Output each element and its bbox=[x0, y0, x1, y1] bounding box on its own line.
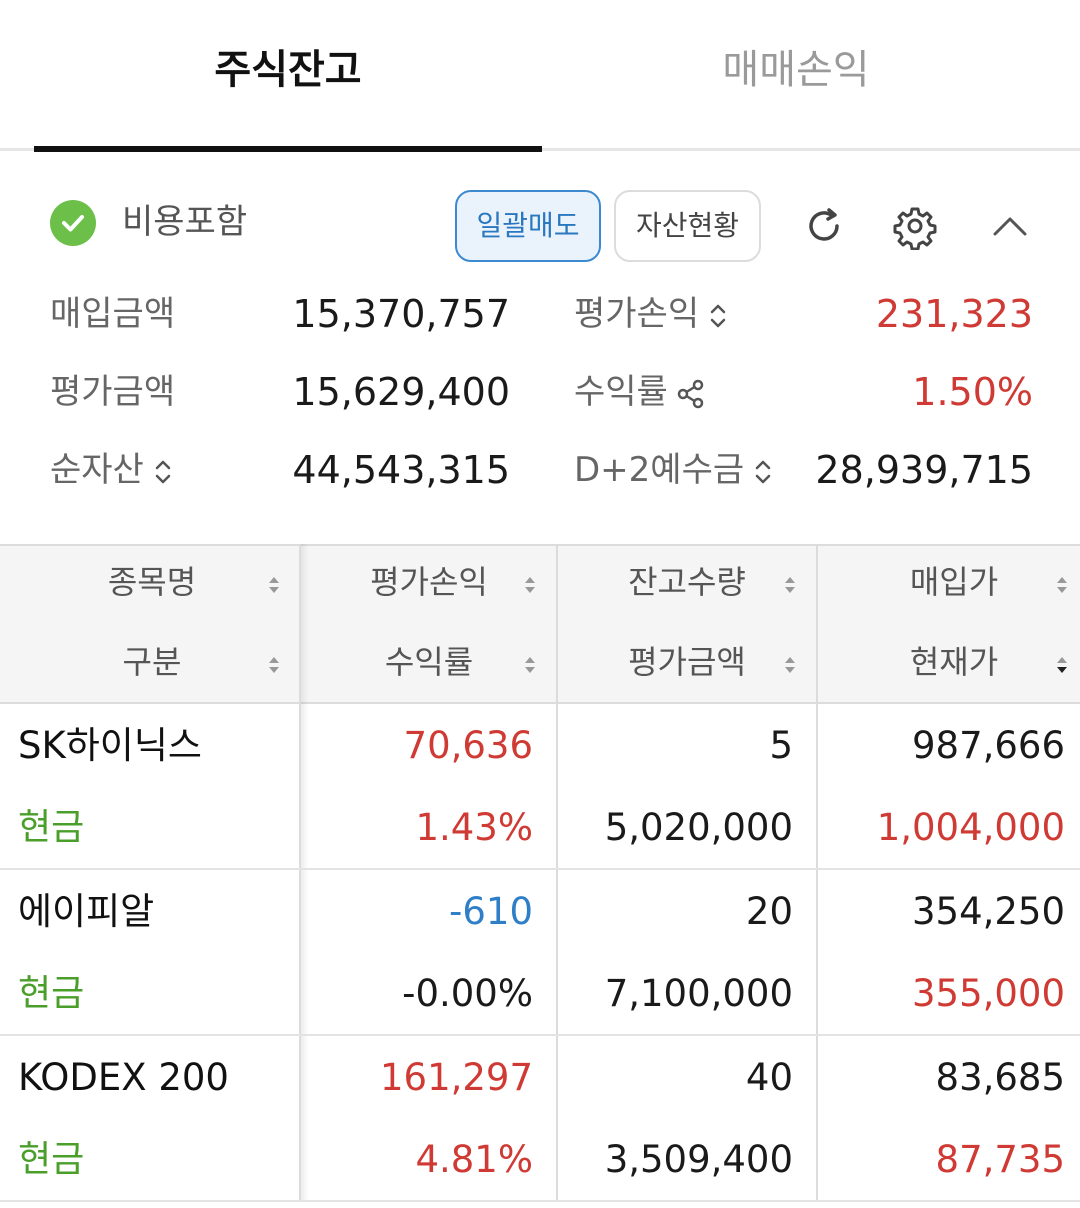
eval-profit-value: 231,323 bbox=[875, 292, 1033, 336]
stock-name: 에이피알 bbox=[18, 890, 155, 933]
table-row[interactable]: KODEX 200 현금 161,297 4.81% 40 3,509,400 … bbox=[0, 1036, 1080, 1202]
sort-icon[interactable] bbox=[783, 654, 797, 676]
include-cost-label[interactable]: 비용포함 bbox=[122, 198, 247, 246]
eval-amount: 5,020,000 bbox=[604, 806, 793, 849]
header-stock-name[interactable]: 종목명 bbox=[30, 558, 274, 606]
tab-trade-profit[interactable]: 매매손익 bbox=[542, 40, 1050, 100]
current-price: 87,735 bbox=[935, 1138, 1065, 1181]
sort-toggle-icon bbox=[155, 460, 171, 483]
deposit-label-text: D+2예수금 bbox=[574, 450, 745, 490]
purchase-amount-value: 15,370,757 bbox=[292, 292, 510, 336]
tab-active-indicator bbox=[34, 146, 542, 152]
account-type: 현금 bbox=[18, 1139, 85, 1180]
net-assets-value: 44,543,315 bbox=[292, 448, 510, 492]
sort-icon[interactable] bbox=[1055, 574, 1069, 596]
quantity: 20 bbox=[745, 890, 793, 933]
return-rate-label-text: 수익률 bbox=[574, 372, 668, 412]
header-type[interactable]: 구분 bbox=[30, 638, 274, 686]
return-rate-label[interactable]: 수익률 bbox=[574, 368, 706, 416]
refresh-icon[interactable] bbox=[800, 202, 848, 250]
return-rate: 1.43% bbox=[415, 806, 533, 849]
net-assets-label-text: 순자산 bbox=[50, 450, 144, 490]
eval-amount-label: 평가금액 bbox=[50, 372, 176, 412]
bulk-sell-button[interactable]: 일괄매도 bbox=[455, 190, 601, 262]
return-rate: -0.00% bbox=[402, 972, 533, 1015]
return-rate-value: 1.50% bbox=[912, 370, 1033, 414]
sort-icon[interactable] bbox=[523, 574, 537, 596]
account-type: 현금 bbox=[18, 973, 85, 1014]
quantity: 5 bbox=[769, 724, 793, 767]
quantity: 40 bbox=[745, 1056, 793, 1099]
sort-toggle-icon bbox=[755, 460, 771, 483]
stock-name: KODEX 200 bbox=[18, 1056, 229, 1099]
sort-toggle-icon bbox=[710, 304, 726, 327]
eval-profit-label-text: 평가손익 bbox=[574, 294, 700, 334]
buy-price: 987,666 bbox=[911, 724, 1065, 767]
deposit-label[interactable]: D+2예수금 bbox=[574, 446, 774, 494]
header-quantity[interactable]: 잔고수량 bbox=[558, 558, 816, 606]
stock-name: SK하이닉스 bbox=[18, 724, 202, 767]
eval-amount: 7,100,000 bbox=[604, 972, 793, 1015]
eval-profit-label[interactable]: 평가손익 bbox=[574, 290, 729, 338]
assets-status-button[interactable]: 자산현황 bbox=[614, 190, 761, 262]
chevron-up-icon[interactable] bbox=[986, 202, 1034, 250]
check-circle-icon[interactable] bbox=[50, 200, 96, 246]
share-icon bbox=[677, 379, 704, 408]
current-price: 1,004,000 bbox=[876, 806, 1065, 849]
header-eval-profit[interactable]: 평가손익 bbox=[302, 558, 556, 606]
gear-icon[interactable] bbox=[891, 202, 939, 251]
table-row[interactable]: 에이피알 현금 -610 -0.00% 20 7,100,000 354,250… bbox=[0, 870, 1080, 1036]
eval-amount-value: 15,629,400 bbox=[292, 370, 510, 414]
tab-stock-balance[interactable]: 주식잔고 bbox=[34, 40, 542, 100]
header-return-rate[interactable]: 수익률 bbox=[302, 638, 556, 686]
sort-icon[interactable] bbox=[783, 574, 797, 596]
eval-profit: 70,636 bbox=[403, 724, 533, 767]
net-assets-label[interactable]: 순자산 bbox=[50, 446, 174, 494]
sort-icon[interactable] bbox=[523, 654, 537, 676]
sort-icon[interactable] bbox=[267, 574, 281, 596]
current-price: 355,000 bbox=[911, 972, 1065, 1015]
table-row[interactable]: SK하이닉스 현금 70,636 1.43% 5 5,020,000 987,6… bbox=[0, 704, 1080, 870]
buy-price: 354,250 bbox=[911, 890, 1065, 933]
sort-icon[interactable] bbox=[267, 654, 281, 676]
tab-bar: 주식잔고 매매손익 bbox=[0, 0, 1080, 152]
eval-amount: 3,509,400 bbox=[604, 1138, 793, 1181]
deposit-value: 28,939,715 bbox=[815, 448, 1033, 492]
table-header: 종목명 구분 평가손익 수익률 잔고수량 평가금액 매입가 현재가 bbox=[0, 544, 1080, 704]
buy-price: 83,685 bbox=[935, 1056, 1065, 1099]
return-rate: 4.81% bbox=[415, 1138, 533, 1181]
eval-profit: 161,297 bbox=[379, 1056, 533, 1099]
purchase-amount-label: 매입금액 bbox=[50, 294, 176, 334]
header-current-price[interactable]: 현재가 bbox=[818, 638, 1080, 686]
header-buy-price[interactable]: 매입가 bbox=[818, 558, 1080, 606]
header-eval-amount[interactable]: 평가금액 bbox=[558, 638, 816, 686]
eval-profit: -610 bbox=[449, 890, 533, 933]
sort-desc-icon[interactable] bbox=[1055, 654, 1069, 676]
account-type: 현금 bbox=[18, 807, 85, 848]
